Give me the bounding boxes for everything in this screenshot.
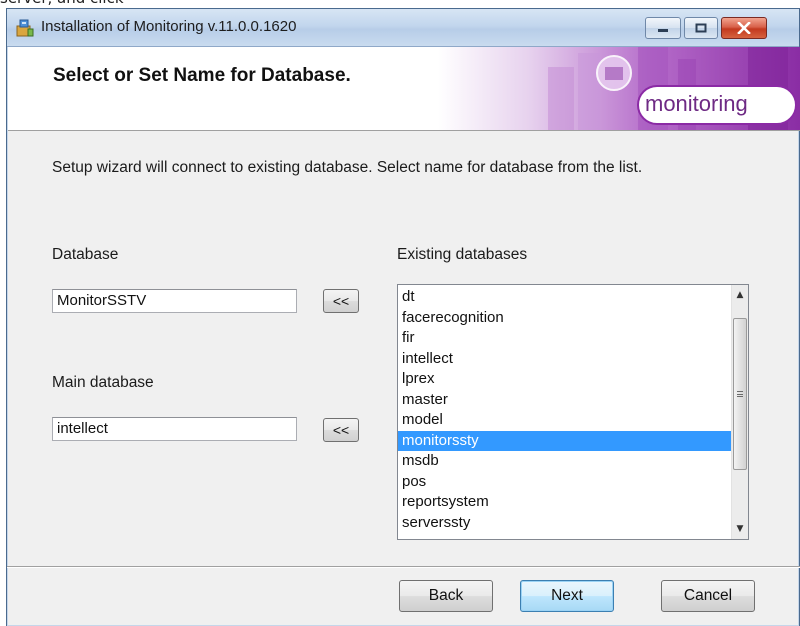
list-items-container: dt facerecognition fir intellect lprex master… <box>398 287 732 533</box>
list-item[interactable]: dt <box>398 287 732 308</box>
list-item[interactable]: model <box>398 410 732 431</box>
close-button[interactable] <box>721 17 767 39</box>
list-item[interactable]: msdb <box>398 451 732 472</box>
window-title: Installation of Monitoring v.11.0.0.1620 <box>41 18 297 35</box>
minimize-button[interactable] <box>645 17 681 39</box>
list-item[interactable]: lprex <box>398 369 732 390</box>
grip-icon <box>737 391 743 397</box>
database-name-input[interactable]: MonitorSSTV <box>52 289 297 313</box>
footer-separator <box>7 566 800 568</box>
back-button[interactable]: Back <box>399 580 493 612</box>
wizard-header: Select or Set Name for Database. monitor… <box>8 47 800 131</box>
cancel-button[interactable]: Cancel <box>661 580 755 612</box>
next-button[interactable]: Next <box>520 580 614 612</box>
list-item-selected[interactable]: monitorssty <box>398 430 732 451</box>
scroll-down-arrow-icon[interactable]: ▼ <box>732 519 748 539</box>
list-item[interactable]: intellect <box>398 349 732 370</box>
copy-main-database-button[interactable]: << <box>323 418 359 442</box>
minimize-icon <box>658 29 668 32</box>
page-title: Select or Set Name for Database. <box>53 65 351 86</box>
existing-databases-list[interactable]: dt facerecognition fir intellect lprex master… <box>397 284 749 540</box>
list-item[interactable]: serverssty <box>398 513 732 534</box>
main-database-label: Main database <box>52 374 154 391</box>
list-item[interactable]: pos <box>398 472 732 493</box>
title-bar[interactable]: Installation of Monitoring v.11.0.0.1620 <box>7 9 799 47</box>
list-scrollbar[interactable]: ▲ ▼ <box>731 285 748 539</box>
list-item[interactable]: fir <box>398 328 732 349</box>
list-item[interactable]: master <box>398 390 732 411</box>
list-item[interactable]: facerecognition <box>398 308 732 329</box>
scroll-up-arrow-icon[interactable]: ▲ <box>732 285 748 305</box>
wizard-description: Setup wizard will connect to existing da… <box>52 159 643 176</box>
close-icon <box>737 22 751 34</box>
installer-window: Installation of Monitoring v.11.0.0.1620… <box>6 8 800 626</box>
monitoring-banner-image <box>438 47 800 130</box>
main-database-input[interactable]: intellect <box>52 417 297 441</box>
maximize-icon <box>695 23 707 33</box>
copy-database-name-button[interactable]: << <box>323 289 359 313</box>
scroll-thumb[interactable] <box>733 318 747 470</box>
list-item[interactable]: reportsystem <box>398 492 732 513</box>
maximize-button[interactable] <box>684 17 718 39</box>
monitoring-logo-text: monitoring <box>645 91 748 116</box>
installer-app-icon <box>16 19 34 37</box>
existing-databases-label: Existing databases <box>397 246 528 263</box>
database-label: Database <box>52 246 119 263</box>
